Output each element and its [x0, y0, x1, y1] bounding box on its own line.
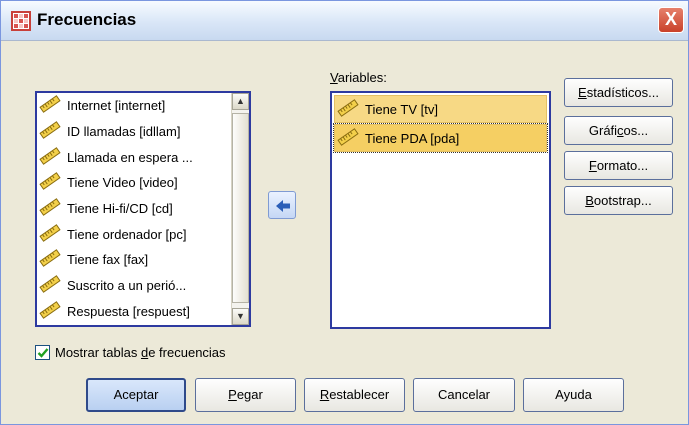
- graficos-button[interactable]: Gráficos...: [564, 116, 673, 145]
- bootstrap-button[interactable]: Bootstrap...: [564, 186, 673, 215]
- close-button[interactable]: X: [658, 7, 684, 33]
- scale-ruler-icon: [337, 127, 359, 149]
- list-item[interactable]: ID llamadas [idllam]: [37, 119, 233, 145]
- list-item[interactable]: Tiene Video [video]: [37, 170, 233, 196]
- show-frequency-tables-option[interactable]: Mostrar tablas de frecuencias: [35, 345, 226, 360]
- scale-ruler-icon: [39, 172, 61, 193]
- frecuencias-dialog: Frecuencias X Internet [internet] ID lla…: [0, 0, 689, 425]
- scroll-down-button[interactable]: ▼: [232, 308, 249, 325]
- formato-button[interactable]: Formato...: [564, 151, 673, 180]
- close-icon: X: [664, 9, 677, 29]
- list-item[interactable]: Internet [internet]: [37, 93, 233, 119]
- scroll-up-button[interactable]: ▲: [232, 93, 249, 110]
- aceptar-button[interactable]: Aceptar: [86, 378, 186, 412]
- show-frequency-tables-checkbox[interactable]: [35, 345, 50, 360]
- list-item[interactable]: Tiene Hi-fi/CD [cd]: [37, 196, 233, 222]
- pegar-button[interactable]: Pegar: [195, 378, 296, 412]
- checkmark-icon: [37, 348, 49, 358]
- move-variable-button[interactable]: [268, 191, 296, 219]
- item-label: ID llamadas [idllam]: [67, 124, 181, 140]
- list-item[interactable]: Tiene fax [fax]: [37, 247, 233, 273]
- vertical-scrollbar[interactable]: ▲ ▼: [231, 93, 249, 325]
- title-bar[interactable]: Frecuencias X: [1, 1, 688, 41]
- list-item[interactable]: Suscrito a un perió...: [37, 273, 233, 299]
- scale-ruler-icon: [39, 146, 61, 168]
- scale-ruler-icon: [39, 249, 61, 270]
- item-label: Suscrito a un perió...: [67, 278, 187, 294]
- item-label: Tiene fax [fax]: [67, 252, 149, 268]
- source-variable-list[interactable]: Internet [internet] ID llamadas [idllam]…: [35, 91, 251, 327]
- item-label: Internet [internet]: [67, 98, 166, 114]
- list-item[interactable]: Tiene ordenador [pc]: [37, 221, 233, 247]
- item-label: Respuesta [respuest]: [67, 303, 190, 319]
- list-item[interactable]: Tiene TV [tv]: [334, 95, 547, 123]
- spss-table-icon: [11, 11, 31, 31]
- scrollbar-thumb[interactable]: [232, 113, 249, 303]
- item-label: Tiene TV [tv]: [365, 101, 438, 117]
- scale-ruler-icon: [39, 223, 61, 245]
- list-item[interactable]: Tiene PDA [pda]: [333, 123, 548, 153]
- left-arrow-icon: [276, 200, 290, 212]
- restablecer-button[interactable]: Restablecer: [304, 378, 405, 412]
- scale-ruler-icon: [337, 98, 359, 120]
- list-item[interactable]: Respuesta [respuest]: [37, 299, 233, 325]
- item-label: Tiene PDA [pda]: [365, 130, 460, 146]
- triangle-down-icon: ▼: [236, 311, 245, 321]
- variables-label: Variables:: [330, 70, 387, 85]
- item-label: Llamada en espera ...: [67, 149, 193, 165]
- estadisticos-button[interactable]: Estadísticos...: [564, 78, 673, 107]
- show-frequency-tables-label: Mostrar tablas de frecuencias: [55, 345, 226, 360]
- item-label: Tiene Video [video]: [67, 175, 178, 191]
- scale-ruler-icon: [39, 95, 61, 116]
- triangle-up-icon: ▲: [236, 96, 245, 106]
- item-label: Tiene ordenador [pc]: [67, 226, 187, 242]
- ayuda-button[interactable]: Ayuda: [523, 378, 624, 412]
- item-label: Tiene Hi-fi/CD [cd]: [67, 201, 173, 217]
- scale-ruler-icon: [39, 300, 61, 322]
- cancelar-button[interactable]: Cancelar: [413, 378, 515, 412]
- variables-list[interactable]: Tiene TV [tv] Tiene PDA [pda]: [330, 91, 551, 329]
- scale-ruler-icon: [39, 275, 61, 296]
- scale-ruler-icon: [39, 121, 61, 142]
- scale-ruler-icon: [39, 198, 61, 219]
- window-title: Frecuencias: [37, 10, 137, 29]
- list-item[interactable]: Llamada en espera ...: [37, 144, 233, 170]
